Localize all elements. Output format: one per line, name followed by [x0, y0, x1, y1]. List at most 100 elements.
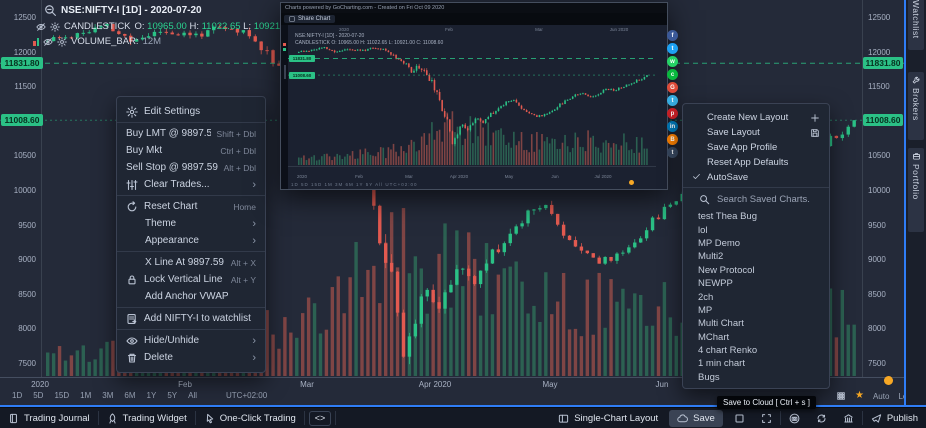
- save-button[interactable]: Save: [669, 410, 723, 427]
- layout-menu-item-save-layout[interactable]: Save Layout: [683, 125, 829, 140]
- context-menu-item-theme[interactable]: Theme›: [117, 215, 265, 232]
- whatsapp-icon[interactable]: w: [667, 56, 678, 67]
- menu-item-label: Reset App Defaults: [707, 157, 820, 168]
- price-tick: 10500: [868, 151, 890, 160]
- timeframe-1m[interactable]: 1M: [80, 391, 91, 400]
- time-tick: May: [542, 380, 557, 389]
- sync-button[interactable]: [808, 408, 835, 428]
- timeframe-15d[interactable]: 15D: [54, 391, 69, 400]
- saved-chart-multi2[interactable]: Multi2: [683, 250, 829, 263]
- mini-ohlc: CANDLESTICK O: 10965.00 H: 11022.65 L: 1…: [295, 40, 443, 46]
- timeframe-1y[interactable]: 1Y: [147, 391, 157, 400]
- layout-menu-item-save-app-profile[interactable]: Save App Profile: [683, 140, 829, 155]
- trading-widget-button[interactable]: Trading Widget: [99, 408, 195, 428]
- telegram-icon[interactable]: t: [667, 95, 678, 106]
- context-menu-item-buy-mkt[interactable]: Buy MktCtrl + Dbl: [117, 142, 265, 159]
- button-label: Save: [693, 413, 715, 424]
- timeframe-all[interactable]: All: [188, 391, 197, 400]
- screenshot-button[interactable]: [781, 408, 808, 428]
- menu-item-shortcut: Alt + Dbl: [224, 163, 256, 173]
- chart-icon: [289, 16, 295, 22]
- context-menu-item-reset-chart[interactable]: Reset ChartHome: [117, 198, 265, 215]
- eye-off-icon[interactable]: [43, 37, 53, 47]
- grid-icon[interactable]: [836, 391, 846, 401]
- context-menu-item-sell-stop-9897-59[interactable]: Sell Stop @ 9897.59Alt + Dbl: [117, 159, 265, 176]
- side-tab-brokers[interactable]: Brokers: [908, 72, 924, 140]
- auto-scale-toggle[interactable]: Auto: [873, 392, 889, 401]
- chart-share-preview: Charts powered by GoCharting.com - Creat…: [280, 2, 668, 190]
- saved-chart-mp-demo[interactable]: MP Demo: [683, 237, 829, 250]
- facebook-icon[interactable]: f: [667, 30, 678, 41]
- saved-chart-bugs[interactable]: Bugs: [683, 371, 829, 384]
- context-menu-item-add-nifty-i-to-watchlist[interactable]: Add NIFTY-I to watchlist: [117, 310, 265, 327]
- gear-icon[interactable]: [57, 37, 67, 47]
- linkedin-icon[interactable]: in: [667, 121, 678, 132]
- menu-item-label: Add NIFTY-I to watchlist: [144, 313, 256, 324]
- saved-chart-1-min-chart[interactable]: 1 min chart: [683, 357, 829, 370]
- saved-chart-multi-chart[interactable]: Multi Chart: [683, 317, 829, 330]
- saved-chart-newpp[interactable]: NEWPP: [683, 277, 829, 290]
- snapshot-region-button[interactable]: [726, 408, 753, 428]
- single-chart-layout-button[interactable]: Single-Chart Layout: [550, 408, 666, 428]
- pinterest-icon[interactable]: p: [667, 108, 678, 119]
- saved-chart-4-chart-renko[interactable]: 4 chart Renko: [683, 344, 829, 357]
- twitter-icon[interactable]: t: [667, 43, 678, 54]
- context-menu-item-delete[interactable]: Delete›: [117, 349, 265, 366]
- context-menu-item-hide-unhide[interactable]: Hide/Unhide›: [117, 332, 265, 349]
- menu-item-shortcut: Alt + X: [231, 258, 256, 268]
- saved-chart-lol[interactable]: lol: [683, 223, 829, 236]
- one-click-trading-button[interactable]: One-Click Trading: [196, 408, 304, 428]
- timezone-label[interactable]: UTC+02:00: [226, 391, 267, 400]
- side-tab-portfolio[interactable]: Portfolio: [908, 148, 924, 232]
- time-tick: Apr 2020: [419, 380, 451, 389]
- tab-share-chart[interactable]: Share Chart: [284, 15, 335, 23]
- fullscreen-button[interactable]: [753, 408, 780, 428]
- trading-journal-button[interactable]: Trading Journal: [0, 408, 98, 428]
- mini-time-tick: Mar: [535, 27, 543, 32]
- timeframe-5d[interactable]: 5D: [33, 391, 43, 400]
- favorite-star-icon[interactable]: ★: [855, 391, 864, 401]
- context-menu-item-x-line-at-9897-59[interactable]: X Line At 9897.59Alt + X: [117, 254, 265, 271]
- googleplus-icon[interactable]: G: [667, 82, 678, 93]
- embed-code-button[interactable]: <>: [309, 411, 332, 426]
- menu-item-label: Reset Chart: [144, 201, 227, 212]
- context-menu-item-add-anchor-vwap[interactable]: Add Anchor VWAP: [117, 288, 265, 305]
- journal-icon: [8, 413, 19, 424]
- tumblr-icon[interactable]: t: [667, 147, 678, 158]
- context-menu-item-edit-settings[interactable]: Edit Settings: [117, 103, 265, 120]
- blogger-icon[interactable]: B: [667, 134, 678, 145]
- context-menu-item-lock-vertical-line[interactable]: Lock Vertical LineAlt + Y: [117, 271, 265, 288]
- menu-item-label: Lock Vertical Line: [144, 274, 225, 285]
- wechat-icon[interactable]: c: [667, 69, 678, 80]
- gear-icon[interactable]: [50, 22, 60, 32]
- layout-menu-item-autosave[interactable]: AutoSave: [683, 170, 829, 185]
- side-tab-watchlist[interactable]: Watchlist: [908, 0, 924, 50]
- context-menu-section: Reset ChartHomeTheme›Appearance›: [117, 196, 265, 252]
- context-menu-item-clear-trades[interactable]: Clear Trades...›: [117, 176, 265, 193]
- timeframe-5y[interactable]: 5Y: [167, 391, 177, 400]
- publish-button[interactable]: Publish: [863, 408, 926, 428]
- replay-dot[interactable]: [884, 376, 893, 385]
- layout-menu-item-reset-app-defaults[interactable]: Reset App Defaults: [683, 155, 829, 170]
- timeframe-3m[interactable]: 3M: [102, 391, 113, 400]
- saved-chart-2ch[interactable]: 2ch: [683, 290, 829, 303]
- saved-charts-search-input[interactable]: Search Saved Charts.: [683, 188, 829, 210]
- timeframe-6m[interactable]: 6M: [124, 391, 135, 400]
- saved-chart-new-protocol[interactable]: New Protocol: [683, 264, 829, 277]
- study-name: CANDLESTICK: [64, 21, 131, 32]
- log-scale-toggle[interactable]: Log: [898, 392, 904, 401]
- timeframe-1d[interactable]: 1D: [12, 391, 22, 400]
- eye-off-icon[interactable]: [36, 22, 46, 32]
- zoom-out-icon[interactable]: [44, 4, 57, 17]
- saved-chart-mchart[interactable]: MChart: [683, 331, 829, 344]
- camera-icon: [789, 413, 800, 424]
- context-menu-item-appearance[interactable]: Appearance›: [117, 232, 265, 249]
- portfolio-icon: [912, 152, 921, 161]
- saved-chart-test-thea-bug[interactable]: test Thea Bug: [683, 210, 829, 223]
- context-menu-item-buy-lmt-9897-59[interactable]: Buy LMT @ 9897.59Shift + Dbl: [117, 125, 265, 142]
- layout-menu-item-create-new-layout[interactable]: Create New Layout: [683, 110, 829, 125]
- marketplace-button[interactable]: [835, 408, 862, 428]
- side-tab-label: Brokers: [911, 88, 921, 121]
- saved-chart-mp[interactable]: MP: [683, 304, 829, 317]
- price-tick: 11500: [868, 82, 890, 91]
